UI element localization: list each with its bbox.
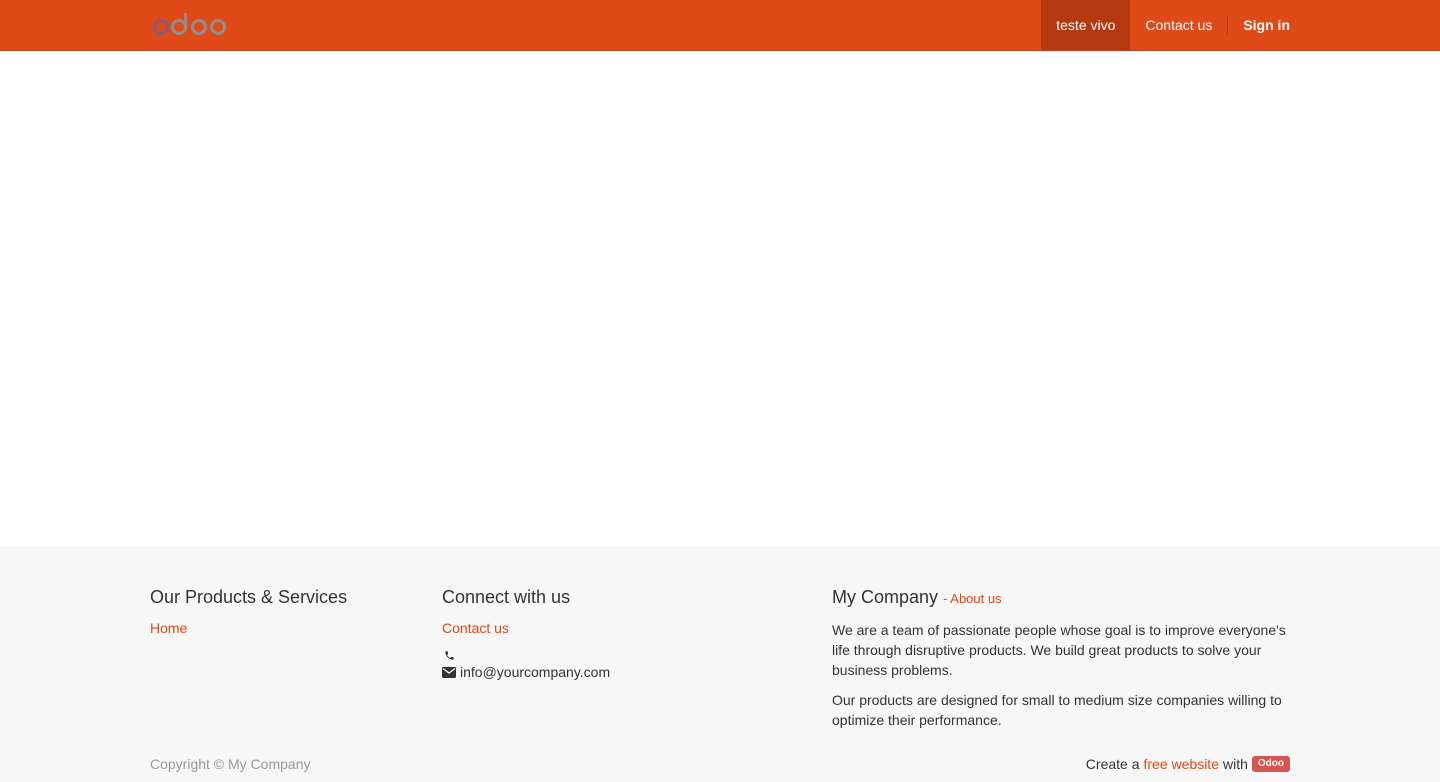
powered-by: Create a free website with Odoo <box>1086 754 1290 774</box>
footer-products-column: Our Products & Services Home <box>150 587 410 638</box>
footer-products-title: Our Products & Services <box>150 587 348 607</box>
email-line: info@yourcompany.com <box>442 662 802 682</box>
odoo-badge[interactable]: Odoo <box>1251 756 1290 772</box>
footer-connect-title: Connect with us <box>442 587 571 607</box>
powered-with: with <box>1222 756 1248 772</box>
footer-company-title: My Company <box>832 587 939 607</box>
envelope-icon <box>442 665 456 679</box>
phone-icon <box>442 648 456 662</box>
powered-prefix: Create a <box>1085 756 1140 772</box>
footer: Our Products & Services Home Connect wit… <box>0 546 1440 782</box>
copyright-text: Copyright © My Company <box>150 756 311 772</box>
company-description-1: We are a team of passionate people whose… <box>832 622 1286 678</box>
footer-company-heading: My Company - About us <box>832 587 1290 609</box>
odoo-logo[interactable] <box>150 10 230 40</box>
main-nav: teste vivo Contact us Sign in <box>1041 0 1290 50</box>
phone-line <box>442 648 802 662</box>
company-description-2: Our products are designed for small to m… <box>832 692 1282 728</box>
nav-item-contact-us[interactable]: Contact us <box>1130 0 1227 50</box>
nav-item-teste-vivo[interactable]: teste vivo <box>1041 0 1131 50</box>
free-website-link[interactable]: free website <box>1144 754 1219 774</box>
top-navbar: teste vivo Contact us Sign in <box>0 0 1440 51</box>
email-address[interactable]: info@yourcompany.com <box>460 662 610 682</box>
footer-connect-column: Connect with us Contact us info@yourcomp… <box>442 587 802 682</box>
footer-home-link[interactable]: Home <box>150 618 410 638</box>
footer-company-column: My Company - About us We are a team of p… <box>832 587 1290 740</box>
footer-contact-us-link[interactable]: Contact us <box>442 618 802 638</box>
sign-in-link[interactable]: Sign in <box>1228 0 1290 50</box>
about-us-link[interactable]: - About us <box>943 591 1002 606</box>
